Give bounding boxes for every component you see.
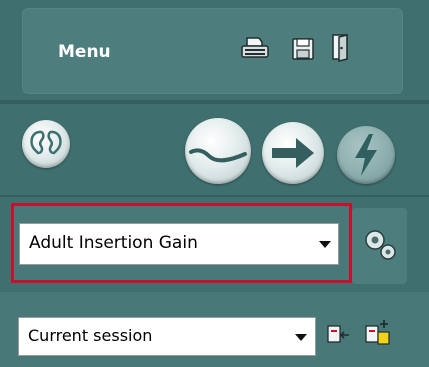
hearing-aid-curve-button[interactable] bbox=[185, 118, 251, 184]
exit-door-icon[interactable] bbox=[331, 33, 351, 67]
next-arrow-icon bbox=[272, 138, 314, 168]
ear-button[interactable] bbox=[22, 120, 70, 168]
ear-icon bbox=[30, 130, 62, 155]
chevron-down-icon[interactable] bbox=[319, 241, 331, 248]
settings-gears-icon[interactable] bbox=[360, 226, 398, 266]
session-select-value: Current session bbox=[28, 326, 153, 345]
target-select-value: Adult Insertion Gain bbox=[29, 233, 198, 253]
target-select[interactable]: Adult Insertion Gain bbox=[19, 223, 339, 265]
import-session-icon[interactable] bbox=[327, 323, 351, 349]
print-icon[interactable] bbox=[240, 36, 270, 66]
section-divider bbox=[0, 100, 429, 104]
lightning-icon bbox=[355, 134, 377, 176]
save-icon[interactable] bbox=[292, 38, 314, 64]
next-arrow-button[interactable] bbox=[262, 122, 324, 184]
hearing-aid-curve-icon bbox=[189, 148, 247, 163]
toolbar-separator bbox=[0, 195, 429, 197]
session-select[interactable]: Current session bbox=[18, 317, 316, 356]
chevron-down-icon[interactable] bbox=[295, 334, 307, 341]
lightning-button[interactable] bbox=[337, 126, 395, 184]
new-session-icon[interactable] bbox=[365, 318, 391, 350]
menu-label[interactable]: Menu bbox=[58, 42, 111, 62]
